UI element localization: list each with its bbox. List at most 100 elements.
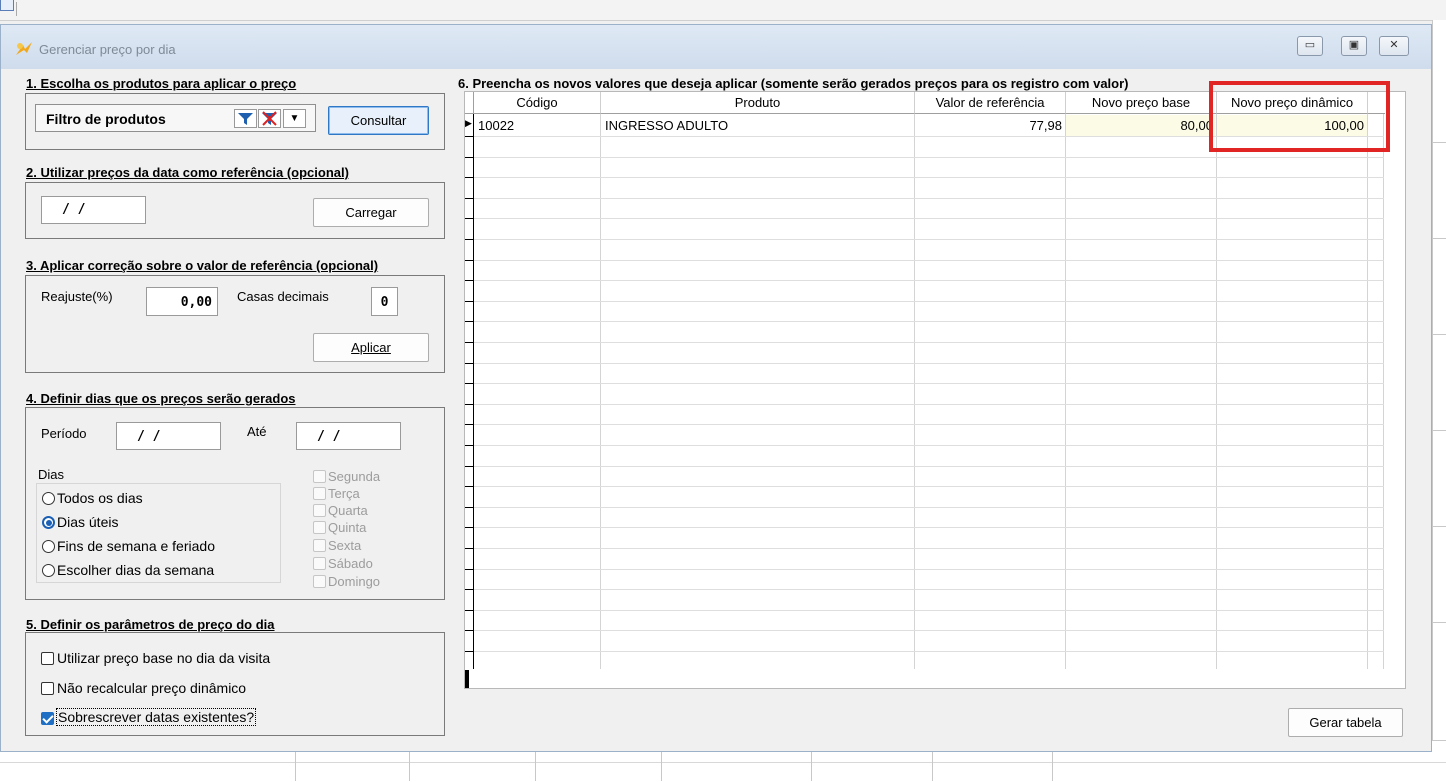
- background-grid-line: [1432, 238, 1446, 239]
- chevron-down-icon[interactable]: ▼: [283, 109, 306, 128]
- background-grid-line: [1432, 622, 1446, 623]
- grid-row-line: [474, 465, 1384, 467]
- load-button[interactable]: Carregar: [313, 198, 429, 227]
- radio-choose-weekdays-label[interactable]: Escolher dias da semana: [57, 562, 214, 578]
- current-row-indicator-icon: ▶: [465, 118, 472, 128]
- until-label: Até: [247, 424, 267, 439]
- checkbox-friday[interactable]: [313, 539, 326, 552]
- row-indicator-tick: [465, 465, 473, 467]
- checkbox-sunday[interactable]: [313, 575, 326, 588]
- price-parameters-group: Utilizar preço base no dia da visita Não…: [25, 632, 445, 736]
- checkbox-use-base-price[interactable]: [41, 652, 54, 665]
- checkbox-tuesday-label: Terça: [328, 486, 360, 501]
- row-indicator-tick: [465, 589, 473, 591]
- grid-row-line: [474, 609, 1384, 611]
- section6-title: 6. Preencha os novos valores que deseja …: [458, 76, 1129, 91]
- checkbox-overwrite-dates-label[interactable]: Sobrescrever datas existentes?: [55, 708, 257, 726]
- row-indicator-tick: [465, 300, 473, 302]
- row-indicator-tick: [465, 342, 473, 343]
- row-indicator-tick: [465, 177, 473, 179]
- period-to-field[interactable]: / /: [296, 422, 401, 450]
- grid-row-line: [474, 445, 1384, 446]
- grid-cursor-marker: [465, 670, 469, 688]
- cell-product[interactable]: INGRESSO ADULTO: [603, 115, 914, 136]
- radio-business-days-label[interactable]: Dias úteis: [57, 514, 118, 530]
- grid-row-line: [474, 321, 1384, 323]
- filter-icon[interactable]: [234, 109, 257, 128]
- column-header-new-base-price[interactable]: Novo preço base: [1066, 92, 1217, 114]
- radio-all-days-label[interactable]: Todos os dias: [57, 490, 143, 506]
- maximize-button[interactable]: ▣: [1341, 36, 1367, 56]
- title-bar[interactable]: Gerenciar preço por dia ▭ ▣ ✕: [1, 25, 1431, 69]
- row-indicator-tick: [465, 651, 473, 652]
- grid-row-line: [474, 218, 1384, 220]
- grid-row-line: [474, 506, 1384, 508]
- row-indicator-tick: [465, 156, 473, 158]
- grid-row-line: [474, 424, 1384, 426]
- window-title: Gerenciar preço por dia: [39, 42, 176, 57]
- radio-weekends-holidays-label[interactable]: Fins de semana e feriado: [57, 538, 215, 554]
- products-price-grid[interactable]: Código Produto Valor de referência Novo …: [464, 91, 1406, 689]
- checkbox-thursday-label: Quinta: [328, 520, 367, 535]
- radio-all-days[interactable]: [42, 492, 55, 505]
- reference-date-group: / / Carregar: [25, 182, 445, 239]
- checkbox-overwrite-dates[interactable]: [41, 712, 54, 725]
- adjust-percent-field[interactable]: 0,00: [146, 287, 218, 316]
- checkbox-friday-label: Sexta: [328, 538, 362, 553]
- grid-row-line: [474, 486, 1384, 488]
- cell-reference-value[interactable]: 77,98: [915, 115, 1065, 136]
- row-indicator-tick: [465, 218, 473, 220]
- period-from-field[interactable]: / /: [116, 422, 221, 450]
- checkbox-monday[interactable]: [313, 470, 326, 483]
- background-grid-line: [1432, 430, 1446, 431]
- adjust-label: Reajuste(%): [41, 289, 113, 304]
- decimals-label: Casas decimais: [237, 289, 329, 304]
- apply-button[interactable]: Aplicar: [313, 333, 429, 362]
- row-indicator-tick: [465, 239, 473, 240]
- grid-row-line: [474, 527, 1384, 529]
- reference-date-field[interactable]: / /: [41, 196, 146, 224]
- row-indicator-tick: [465, 280, 473, 282]
- section5-title: 5. Definir os parâmetros de preço do dia: [26, 617, 275, 632]
- section1-title: 1. Escolha os produtos para aplicar o pr…: [26, 76, 297, 91]
- checkbox-wednesday[interactable]: [313, 504, 326, 517]
- radio-business-days[interactable]: [42, 516, 55, 529]
- cell-new-base-price[interactable]: 80,00: [1066, 115, 1216, 136]
- toolbar-separator: [16, 2, 17, 16]
- row-indicator-tick: [465, 383, 473, 385]
- minimize-button[interactable]: ▭: [1297, 36, 1323, 56]
- row-indicator-tick: [465, 136, 473, 137]
- cell-code[interactable]: 10022: [476, 115, 600, 136]
- row-indicator-tick: [465, 527, 473, 529]
- checkbox-no-recalc-dynamic[interactable]: [41, 682, 54, 695]
- row-indicator-tick: [465, 568, 473, 570]
- days-label: Dias: [38, 467, 65, 482]
- consult-button[interactable]: Consultar: [328, 106, 429, 135]
- checkbox-sunday-label: Domingo: [328, 574, 381, 589]
- column-header-product[interactable]: Produto: [601, 92, 915, 114]
- radio-choose-weekdays[interactable]: [42, 564, 55, 577]
- checkbox-no-recalc-dynamic-label[interactable]: Não recalcular preço dinâmico: [57, 680, 246, 696]
- row-indicator-tick: [465, 362, 473, 364]
- clear-filter-icon[interactable]: [258, 109, 281, 128]
- close-button[interactable]: ✕: [1379, 36, 1409, 56]
- grid-row-line: [474, 403, 1384, 405]
- checkbox-saturday[interactable]: [313, 557, 326, 570]
- checkbox-use-base-price-label[interactable]: Utilizar preço base no dia da visita: [57, 650, 270, 666]
- radio-weekends-holidays[interactable]: [42, 540, 55, 553]
- decimals-field[interactable]: 0: [371, 287, 398, 316]
- row-indicator-tick: [465, 506, 473, 508]
- column-header-code[interactable]: Código: [474, 92, 601, 114]
- grid-row-line: [474, 589, 1384, 591]
- row-indicator-tick: [465, 321, 473, 323]
- app-logo-icon: [16, 42, 32, 55]
- product-filter[interactable]: Filtro de produtos ▼: [35, 104, 316, 132]
- checkbox-saturday-label: Sábado: [328, 556, 373, 571]
- app-icon: [0, 0, 14, 11]
- background-grid-line: [1432, 526, 1446, 527]
- generate-table-button[interactable]: Gerar tabela: [1288, 708, 1403, 737]
- column-header-reference-value[interactable]: Valor de referência: [915, 92, 1066, 114]
- checkbox-tuesday[interactable]: [313, 487, 326, 500]
- grid-row-line: [474, 300, 1384, 302]
- checkbox-thursday[interactable]: [313, 521, 326, 534]
